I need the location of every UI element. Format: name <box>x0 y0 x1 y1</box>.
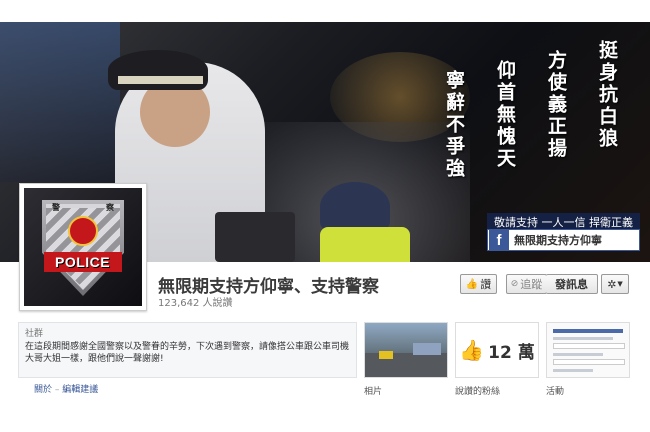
events-line <box>553 353 603 356</box>
likes-app-value: 12 萬 <box>488 342 535 363</box>
cover-slogan-1: 挺身抗白狼 <box>596 40 618 150</box>
about-link[interactable]: 關於 <box>34 385 52 395</box>
likes-app-thumb[interactable]: 👍 12 萬 <box>455 322 539 378</box>
about-separator: – <box>52 385 63 395</box>
likes-app-label[interactable]: 說讚的粉絲 <box>455 384 500 397</box>
about-box: 社群 在這段期間感謝全國警察以及警眷的辛勞，下次遇到警察，請像搭公車跟公車司機大… <box>18 322 357 378</box>
cover-slogan-3: 仰首無愧天 <box>494 60 516 170</box>
like-button-label: 讚 <box>480 278 492 291</box>
follow-button-label: 追蹤 <box>520 278 543 291</box>
profile-picture-image: 警 察 POLICE <box>24 188 142 306</box>
events-line <box>553 337 613 340</box>
cover-slogan-4: 寧辭不爭強 <box>443 70 465 180</box>
events-field <box>553 343 625 349</box>
cover-officer-cap <box>108 50 208 90</box>
cover-fb-pill-label: 無限期支持方仰寧 <box>514 234 602 247</box>
events-line <box>553 369 593 372</box>
photos-app-label[interactable]: 相片 <box>364 384 382 397</box>
events-app-thumb[interactable] <box>546 322 630 378</box>
cover-camera <box>215 212 295 262</box>
photo-car <box>379 351 393 359</box>
police-emblem-icon <box>68 216 98 246</box>
cover-fb-pill: f 無限期支持方仰寧 <box>487 229 640 251</box>
cover-vest <box>320 227 410 262</box>
police-label: POLICE <box>55 254 111 270</box>
edit-suggestions-link[interactable]: 編輯建議 <box>62 385 98 395</box>
chevron-down-icon: ▼ <box>617 280 623 288</box>
message-button[interactable]: 發訊息 <box>546 274 598 294</box>
thumbs-up-icon: 👍 <box>459 338 485 362</box>
facebook-f-icon: f <box>489 230 509 250</box>
message-button-label: 發訊息 <box>555 278 588 291</box>
page-description: 在這段期間感謝全國警察以及警眷的辛勞，下次遇到警察，請像搭公車跟公車司機大哥大姐… <box>25 342 350 364</box>
photos-app-thumb[interactable] <box>364 322 448 378</box>
follow-button[interactable]: ⊘ 追蹤 <box>506 274 547 294</box>
badge-char-left: 警 <box>52 203 60 212</box>
page-likes-count[interactable]: 123,642 人說讚 <box>158 294 233 309</box>
cover-bg-left <box>0 22 120 182</box>
badge-char-right: 察 <box>106 203 114 212</box>
events-app-label[interactable]: 活動 <box>546 384 564 397</box>
facebook-page: 挺身抗白狼 方使義正揚 仰首無愧天 寧辭不爭強 敬請支持 一人一信 捍衛正義 f… <box>0 0 650 432</box>
cover-slogan-2: 方使義正揚 <box>545 50 567 160</box>
photo-bus <box>413 343 441 355</box>
rss-icon: ⊘ <box>510 279 519 289</box>
cover-officer-cap-band <box>118 76 203 84</box>
photo-road <box>365 353 447 377</box>
thumbs-up-icon: 👍 <box>465 278 479 290</box>
profile-picture[interactable]: 警 察 POLICE <box>19 183 147 311</box>
settings-button[interactable]: ✲ ▼ <box>601 274 629 294</box>
about-links: 關於 – 編輯建議 <box>34 382 98 395</box>
events-field <box>553 359 625 365</box>
cover-helmet <box>320 182 390 232</box>
gear-icon: ✲ <box>607 277 617 291</box>
events-header-bar <box>553 329 623 333</box>
like-button[interactable]: 👍 讚 <box>460 274 497 294</box>
page-category[interactable]: 社群 <box>25 326 350 339</box>
